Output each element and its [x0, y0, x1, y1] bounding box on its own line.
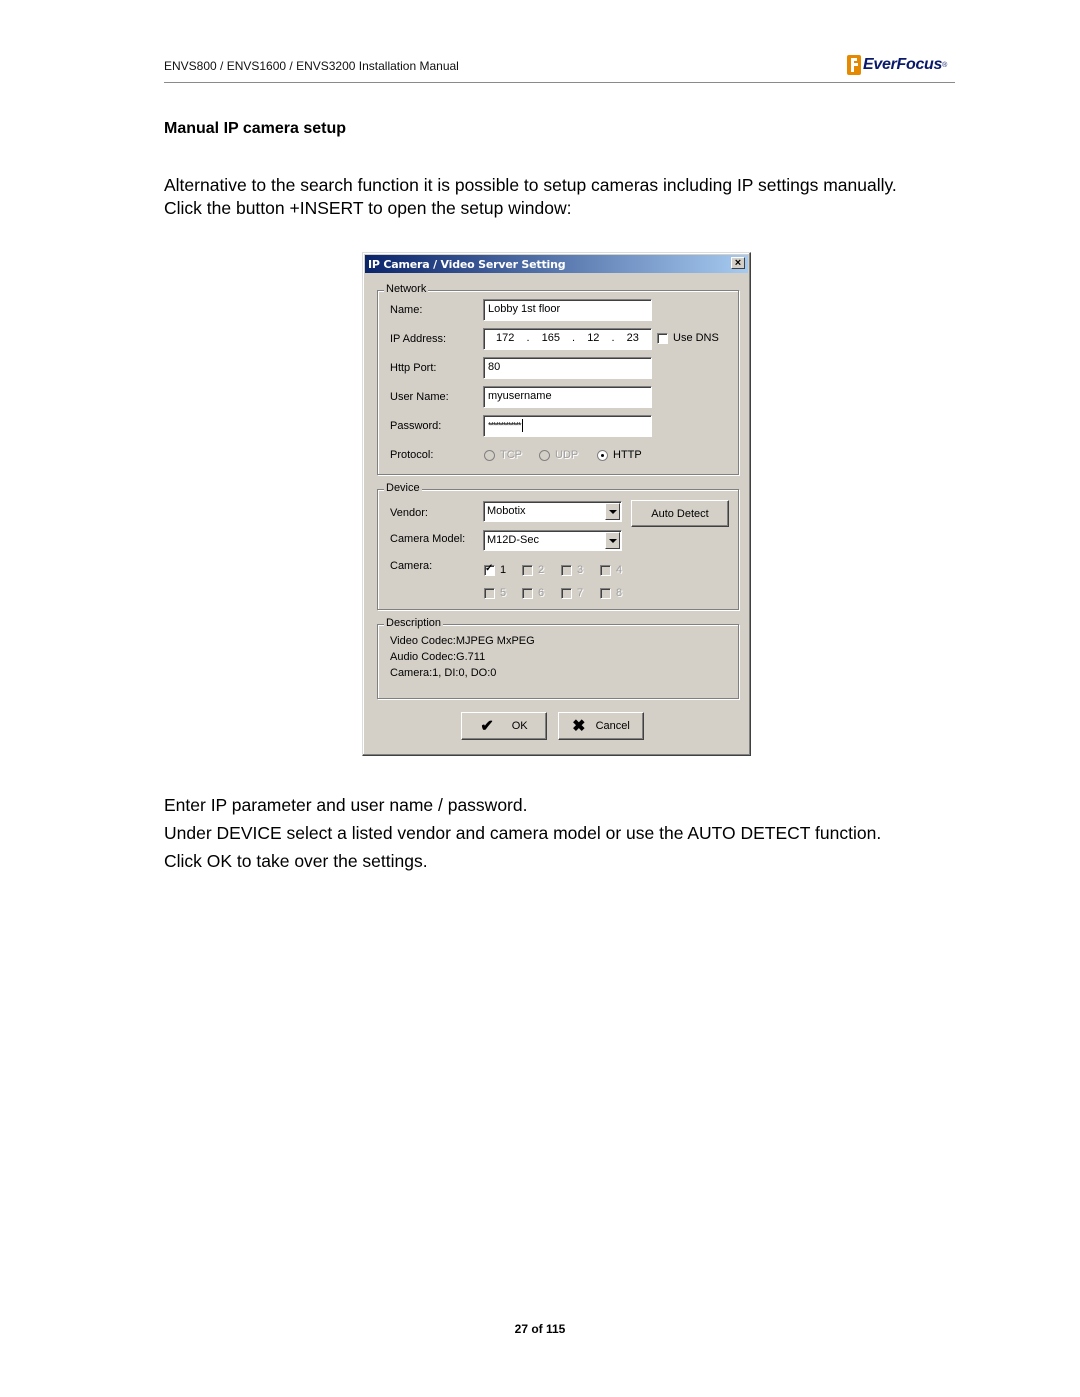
instruction-line: Under DEVICE select a listed vendor and … — [164, 823, 882, 843]
camera-2-checkbox[interactable] — [522, 565, 533, 576]
ip-separator: . — [572, 332, 576, 344]
camera-3-label: 3 — [577, 564, 584, 576]
camera-model-dropdown-arrow-icon[interactable] — [605, 532, 620, 549]
http-port-label: Http Port: — [390, 362, 437, 374]
password-input[interactable]: ************* — [483, 415, 652, 437]
http-port-input[interactable]: 80 — [483, 357, 652, 379]
page-number: 27 of 115 — [514, 1322, 566, 1336]
camera-4-checkbox[interactable] — [600, 565, 611, 576]
camera-1-checkbox[interactable] — [484, 563, 495, 576]
camera-5-checkbox[interactable] — [484, 588, 495, 599]
protocol-label: Protocol: — [390, 449, 434, 461]
checkmark-icon: ✔ — [480, 718, 494, 735]
vendor-dropdown-arrow-icon[interactable] — [605, 503, 620, 520]
ip-octet-2: 165 — [541, 332, 560, 344]
dialog-title: IP Camera / Video Server Setting — [368, 257, 566, 271]
protocol-tcp-radio[interactable] — [484, 450, 495, 461]
password-label: Password: — [390, 420, 442, 432]
section-title: Manual IP camera setup — [164, 120, 346, 137]
ok-button[interactable]: ✔ OK — [461, 712, 547, 740]
camera-8-checkbox[interactable] — [600, 588, 611, 599]
protocol-udp-radio[interactable] — [539, 450, 550, 461]
x-icon: ✖ — [572, 718, 586, 735]
cancel-label: Cancel — [595, 720, 630, 732]
instruction-line: Click OK to take over the settings. — [164, 851, 428, 871]
protocol-http-radio[interactable] — [597, 450, 608, 461]
everfocus-logo: EverFocus ® — [847, 54, 947, 76]
text-caret — [521, 419, 523, 432]
use-dns-checkbox[interactable] — [657, 333, 668, 344]
vendor-select[interactable]: Mobotix — [483, 501, 622, 522]
camera-7-label: 7 — [577, 587, 584, 599]
ok-label: OK — [511, 720, 528, 732]
camera-5-label: 5 — [500, 587, 507, 599]
camera-8-label: 8 — [616, 587, 623, 599]
logo-registered: ® — [942, 61, 948, 69]
protocol-http-label[interactable]: HTTP — [613, 449, 642, 461]
header-divider — [164, 82, 955, 83]
camera-2-label: 2 — [538, 564, 545, 576]
logo-text: EverFocus — [863, 56, 943, 73]
close-button[interactable]: × — [731, 257, 745, 269]
instructions: Enter IP parameter and user name / passw… — [164, 791, 964, 875]
camera-1-label: 1 — [500, 564, 507, 576]
auto-detect-label: Auto Detect — [651, 507, 709, 520]
name-label: Name: — [390, 304, 423, 316]
ip-separator: . — [611, 332, 615, 344]
camera-model-value: M12D-Sec — [487, 534, 539, 546]
manual-title: ENVS800 / ENVS1600 / ENVS3200 Installati… — [164, 59, 459, 73]
ip-octet-4: 23 — [626, 332, 639, 344]
camera-3-checkbox[interactable] — [561, 565, 572, 576]
camera-6-label: 6 — [538, 587, 545, 599]
ip-camera-setting-dialog: IP Camera / Video Server Setting × Netwo… — [362, 252, 751, 756]
user-name-label: User Name: — [390, 391, 449, 403]
intro-paragraph: Alternative to the search function it is… — [164, 175, 897, 218]
device-group-label: Device — [384, 482, 422, 494]
description-camera-io: Camera:1, DI:0, DO:0 — [390, 667, 497, 679]
camera-label: Camera: — [390, 560, 433, 572]
vendor-label: Vendor: — [390, 507, 428, 519]
protocol-udp-label: UDP — [555, 449, 579, 461]
user-name-input[interactable]: myusername — [483, 386, 652, 408]
password-value: ************* — [488, 420, 522, 431]
dialog-titlebar[interactable]: IP Camera / Video Server Setting × — [365, 255, 748, 273]
cancel-button[interactable]: ✖ Cancel — [558, 712, 644, 740]
ip-octet-3: 12 — [587, 332, 600, 344]
ip-address-input[interactable]: 172 . 165 . 12 . 23 — [483, 328, 652, 350]
use-dns-label[interactable]: Use DNS — [673, 332, 719, 344]
camera-7-checkbox[interactable] — [561, 588, 572, 599]
vendor-value: Mobotix — [487, 505, 526, 517]
auto-detect-button[interactable]: Auto Detect — [631, 500, 729, 527]
camera-6-checkbox[interactable] — [522, 588, 533, 599]
description-video-codec: Video Codec:MJPEG MxPEG — [390, 635, 535, 647]
description-group-label: Description — [384, 617, 444, 629]
description-group: Description Video Codec:MJPEG MxPEG Audi… — [377, 617, 739, 699]
instruction-line: Enter IP parameter and user name / passw… — [164, 795, 528, 815]
close-icon: × — [734, 257, 742, 269]
ip-octet-1: 172 — [496, 332, 515, 344]
ip-separator: . — [526, 332, 530, 344]
camera-model-label: Camera Model: — [390, 533, 466, 545]
description-audio-codec: Audio Codec:G.711 — [390, 651, 486, 663]
protocol-tcp-label: TCP — [500, 449, 522, 461]
camera-model-select[interactable]: M12D-Sec — [483, 530, 622, 551]
ip-address-label: IP Address: — [390, 333, 447, 345]
camera-4-label: 4 — [616, 564, 623, 576]
name-input[interactable]: Lobby 1st floor — [483, 299, 652, 321]
logo-mark-icon — [847, 55, 861, 75]
network-group-label: Network — [384, 283, 429, 295]
